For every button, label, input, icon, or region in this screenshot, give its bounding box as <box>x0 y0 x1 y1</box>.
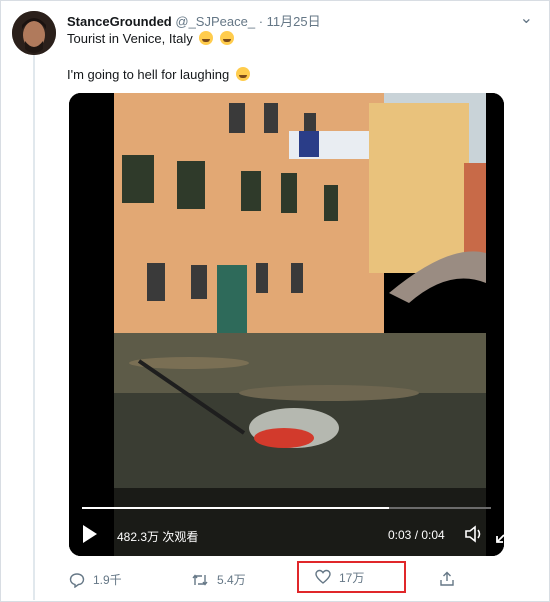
video-time: 0:03 / 0:04 <box>388 528 445 542</box>
laughing-emoji-icon <box>199 31 214 45</box>
reply-icon <box>69 572 85 588</box>
video-progress-bar[interactable] <box>82 507 491 509</box>
reply-button[interactable]: 1.9千 <box>69 571 122 588</box>
tweet-text: Tourist in Venice, Italy <box>67 31 193 46</box>
share-button[interactable] <box>439 571 463 587</box>
crying-emoji-icon <box>235 67 250 81</box>
chevron-down-icon[interactable]: ⌄ <box>520 8 533 28</box>
share-icon <box>440 571 454 586</box>
reply-count: 1.9千 <box>93 573 122 587</box>
retweet-count: 5.4万 <box>217 573 246 587</box>
tweet-header: StanceGrounded @_SJPeace_ · 11月25日 <box>67 11 321 30</box>
tweet-text-line1: Tourist in Venice, Italy <box>67 31 234 46</box>
play-icon[interactable] <box>83 525 97 543</box>
fullscreen-icon[interactable] <box>495 524 504 544</box>
volume-icon[interactable] <box>463 523 485 545</box>
video-frame <box>69 93 504 556</box>
like-count: 17万 <box>339 570 365 585</box>
heart-icon <box>315 569 331 584</box>
video-player[interactable]: 482.3万 次观看 0:03 / 0:04 <box>69 93 504 556</box>
retweet-button[interactable]: 5.4万 <box>191 571 246 588</box>
thread-line <box>33 52 35 600</box>
retweet-icon <box>192 573 208 586</box>
tweet-text-line2: I'm going to hell for laughing <box>67 67 250 82</box>
tweet-text: I'm going to hell for laughing <box>67 67 230 82</box>
like-button[interactable]: 17万 <box>297 561 406 593</box>
tweet-date[interactable]: 11月25日 <box>267 14 321 29</box>
avatar[interactable] <box>12 11 56 55</box>
user-handle[interactable]: @_SJPeace_ <box>175 14 255 29</box>
display-name[interactable]: StanceGrounded <box>67 14 172 29</box>
view-count: 482.3万 次观看 <box>117 530 199 544</box>
separator: · <box>258 14 264 29</box>
rolling-laughing-emoji-icon <box>219 31 234 45</box>
video-progress-fill <box>82 507 389 509</box>
